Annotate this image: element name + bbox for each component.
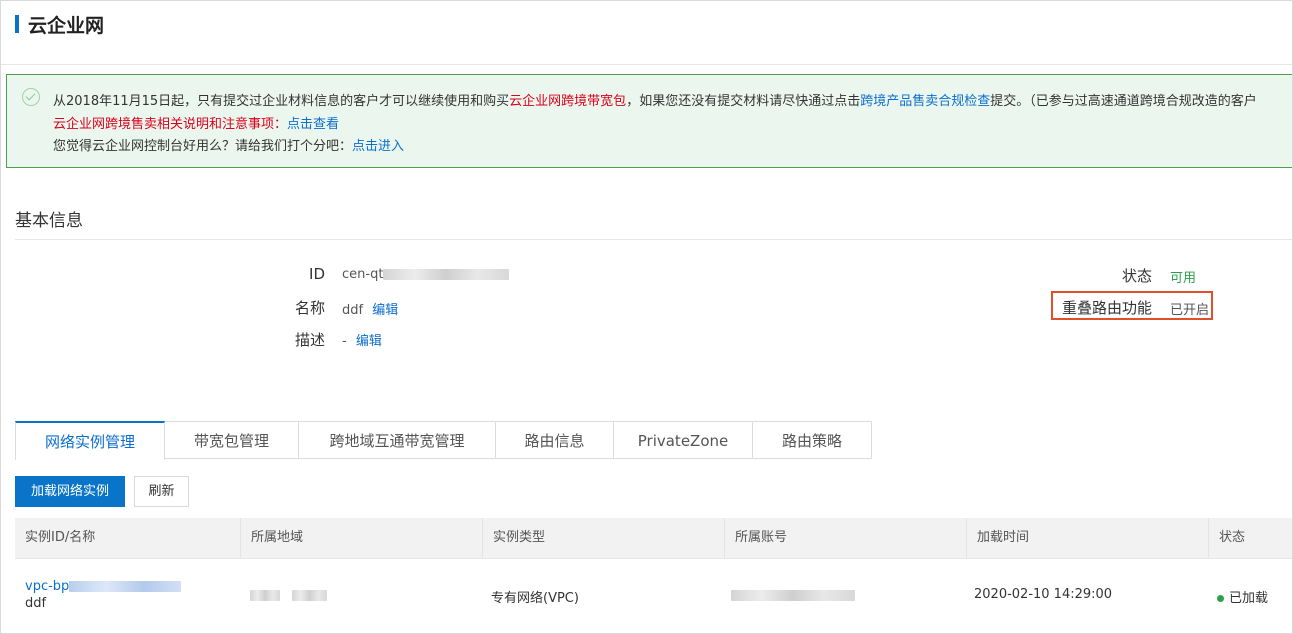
column-header-account: 所属账号 xyxy=(725,518,967,558)
tab-cross-region-bandwidth[interactable]: 跨地域互通带宽管理 xyxy=(299,421,496,459)
notice-text: ，如果您还没有提交材料请尽快通过点击 xyxy=(626,94,861,109)
load-time-cell: 2020-02-10 14:29:00 xyxy=(974,587,1113,602)
column-header-type: 实例类型 xyxy=(483,518,725,558)
notice-line-3: 您觉得云企业网控制台好用么？请给我们打个分吧：点击进入 xyxy=(53,135,404,154)
check-circle-icon xyxy=(22,88,40,106)
id-value-text: cen-qt xyxy=(342,267,384,282)
column-header-status: 状态 xyxy=(1219,530,1246,545)
status-dot-icon xyxy=(1217,595,1224,602)
notice-red-text: 云企业网跨境带宽包 xyxy=(509,94,627,109)
notice-line-2: 云企业网跨境售卖相关说明和注意事项：点击查看 xyxy=(53,113,339,132)
instance-id-link[interactable]: vpc-bp xyxy=(25,579,69,594)
notice-red-text: 云企业网跨境售卖相关说明和注意事项： xyxy=(53,117,288,132)
redacted-block xyxy=(383,269,510,280)
instance-type-cell: 专有网络(VPC) xyxy=(491,591,579,606)
description-value: - 编辑 xyxy=(342,330,382,349)
redacted-block xyxy=(292,590,328,601)
redacted-block xyxy=(731,590,855,601)
page-title: 云企业网 xyxy=(28,15,105,37)
tab-network-instances[interactable]: 网络实例管理 xyxy=(15,421,165,460)
view-details-link[interactable]: 点击查看 xyxy=(287,117,339,132)
title-accent-bar xyxy=(15,15,19,33)
redacted-block xyxy=(250,590,280,601)
notice-line-1: 从2018年11月15日起，只有提交过企业材料信息的客户才可以继续使用和购买云企… xyxy=(53,90,1257,109)
name-value: ddf 编辑 xyxy=(342,299,398,318)
refresh-button[interactable]: 刷新 xyxy=(134,476,189,507)
tab-bar: 网络实例管理 带宽包管理 跨地域互通带宽管理 路由信息 PrivateZone … xyxy=(15,421,872,460)
notice-text: 您觉得云企业网控制台好用么？请给我们打个分吧： xyxy=(53,139,353,154)
column-header-instance: 实例ID/名称 xyxy=(15,518,241,558)
description-label: 描述 xyxy=(294,331,325,349)
page-header: 云企业网 xyxy=(1,1,1292,65)
id-label: ID xyxy=(309,265,325,283)
edit-description-link[interactable]: 编辑 xyxy=(356,334,382,349)
account-cell xyxy=(731,588,855,603)
load-instance-button[interactable]: 加载网络实例 xyxy=(15,476,125,507)
tab-route-policy[interactable]: 路由策略 xyxy=(753,421,872,459)
basic-info-title: 基本信息 xyxy=(15,211,83,231)
redacted-block xyxy=(69,581,182,592)
section-divider xyxy=(15,239,1292,240)
status-text: 已加载 xyxy=(1229,591,1269,606)
notice-text: 从2018年11月15日起，只有提交过企业材料信息的客户才可以继续使用和购买 xyxy=(53,94,510,109)
name-label: 名称 xyxy=(294,299,325,317)
table-header: 实例ID/名称 所属地域 实例类型 所属账号 加载时间 状态 xyxy=(15,518,1292,559)
console-window: 云企业网 从2018年11月15日起，只有提交过企业材料信息的客户才可以继续使用… xyxy=(0,0,1293,634)
status-value: 可用 xyxy=(1170,271,1197,286)
feedback-link[interactable]: 点击进入 xyxy=(352,139,404,154)
tab-private-zone[interactable]: PrivateZone xyxy=(614,421,753,459)
id-value: cen-qt xyxy=(342,267,510,282)
status-label: 状态 xyxy=(1121,267,1152,285)
name-value-text: ddf xyxy=(342,303,364,318)
highlight-box xyxy=(1051,291,1213,320)
instance-id-cell[interactable]: vpc-bp xyxy=(25,579,182,594)
tab-route-info[interactable]: 路由信息 xyxy=(496,421,614,459)
column-header-load-time: 加载时间 xyxy=(967,518,1209,558)
status-cell: 已加载 xyxy=(1217,587,1268,606)
instance-name: ddf xyxy=(25,596,47,611)
notice-banner: 从2018年11月15日起，只有提交过企业材料信息的客户才可以继续使用和购买云企… xyxy=(6,74,1292,168)
compliance-check-link[interactable]: 跨境产品售卖合规检查 xyxy=(860,94,990,109)
column-header-region: 所属地域 xyxy=(241,518,483,558)
tab-bandwidth-packages[interactable]: 带宽包管理 xyxy=(165,421,299,459)
description-value-text: - xyxy=(342,334,347,349)
region-cell xyxy=(250,588,328,603)
edit-name-link[interactable]: 编辑 xyxy=(372,303,398,318)
notice-text: 提交。（已参与过高速通道跨境合规改造的客户 xyxy=(990,94,1257,109)
